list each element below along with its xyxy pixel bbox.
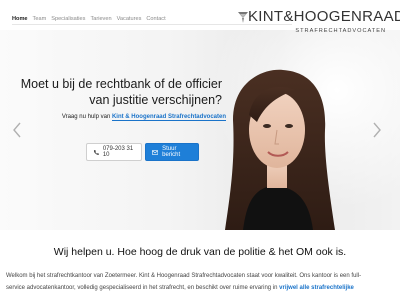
subtext-prefix: Vraag nu hulp van — [61, 114, 111, 120]
intro-link[interactable]: vrijwel alle strafrechtelijke — [279, 285, 354, 291]
hero-headline: Moet u bij de rechtbank of de officier v… — [12, 76, 222, 108]
headline-line-2: van justitie verschijnen? — [89, 93, 222, 107]
lawyer-portrait — [225, 69, 335, 230]
intro-line-2-text: service advocatenkantoor, volledig gespe… — [6, 285, 278, 291]
hero-subtext: Vraag nu hulp van Kint & Hoogenraad Stra… — [61, 114, 226, 121]
site-logo[interactable]: KINT&HOOGENRAAD STRAFRECHTADVOCATEN — [236, 6, 400, 50]
intro-line-2: service advocatenkantoor, volledig gespe… — [6, 282, 398, 294]
subtext-brand-link[interactable]: Kint & Hoogenraad Strafrechtadvocaten — [111, 114, 226, 121]
nav-vacatures[interactable]: Vacatures — [117, 16, 142, 22]
phone-button[interactable]: 079-203 31 10 — [86, 143, 142, 161]
page-tagline: Wij helpen u. Hoe hoog de druk van de po… — [53, 246, 347, 258]
phone-icon — [93, 149, 99, 155]
logo-wordmark: KINT&HOOGENRAAD — [248, 8, 400, 25]
send-message-button[interactable]: Stuur bericht — [145, 143, 199, 161]
nav-tarieven[interactable]: Tarieven — [90, 16, 111, 22]
nav-home[interactable]: Home — [12, 16, 28, 22]
nav-specialisaties[interactable]: Specialisaties — [51, 16, 85, 22]
phone-label: 079-203 31 10 — [102, 146, 134, 158]
logo-subtitle: STRAFRECHTADVOCATEN — [295, 28, 386, 34]
intro-line-1: Welkom bij het strafrechtkantoor van Zoe… — [6, 273, 362, 279]
nav-team[interactable]: Team — [33, 16, 47, 22]
message-icon — [152, 149, 159, 155]
intro-paragraph: Welkom bij het strafrechtkantoor van Zoe… — [6, 270, 398, 294]
carousel-prev-icon[interactable] — [12, 122, 22, 138]
headline-line-1: Moet u bij de rechtbank of de officier — [20, 77, 222, 91]
message-label: Stuur bericht — [162, 146, 181, 158]
main-navigation: Home Team Specialisaties Tarieven Vacatu… — [12, 16, 166, 22]
nav-contact[interactable]: Contact — [146, 16, 165, 22]
carousel-next-icon[interactable] — [372, 122, 382, 138]
